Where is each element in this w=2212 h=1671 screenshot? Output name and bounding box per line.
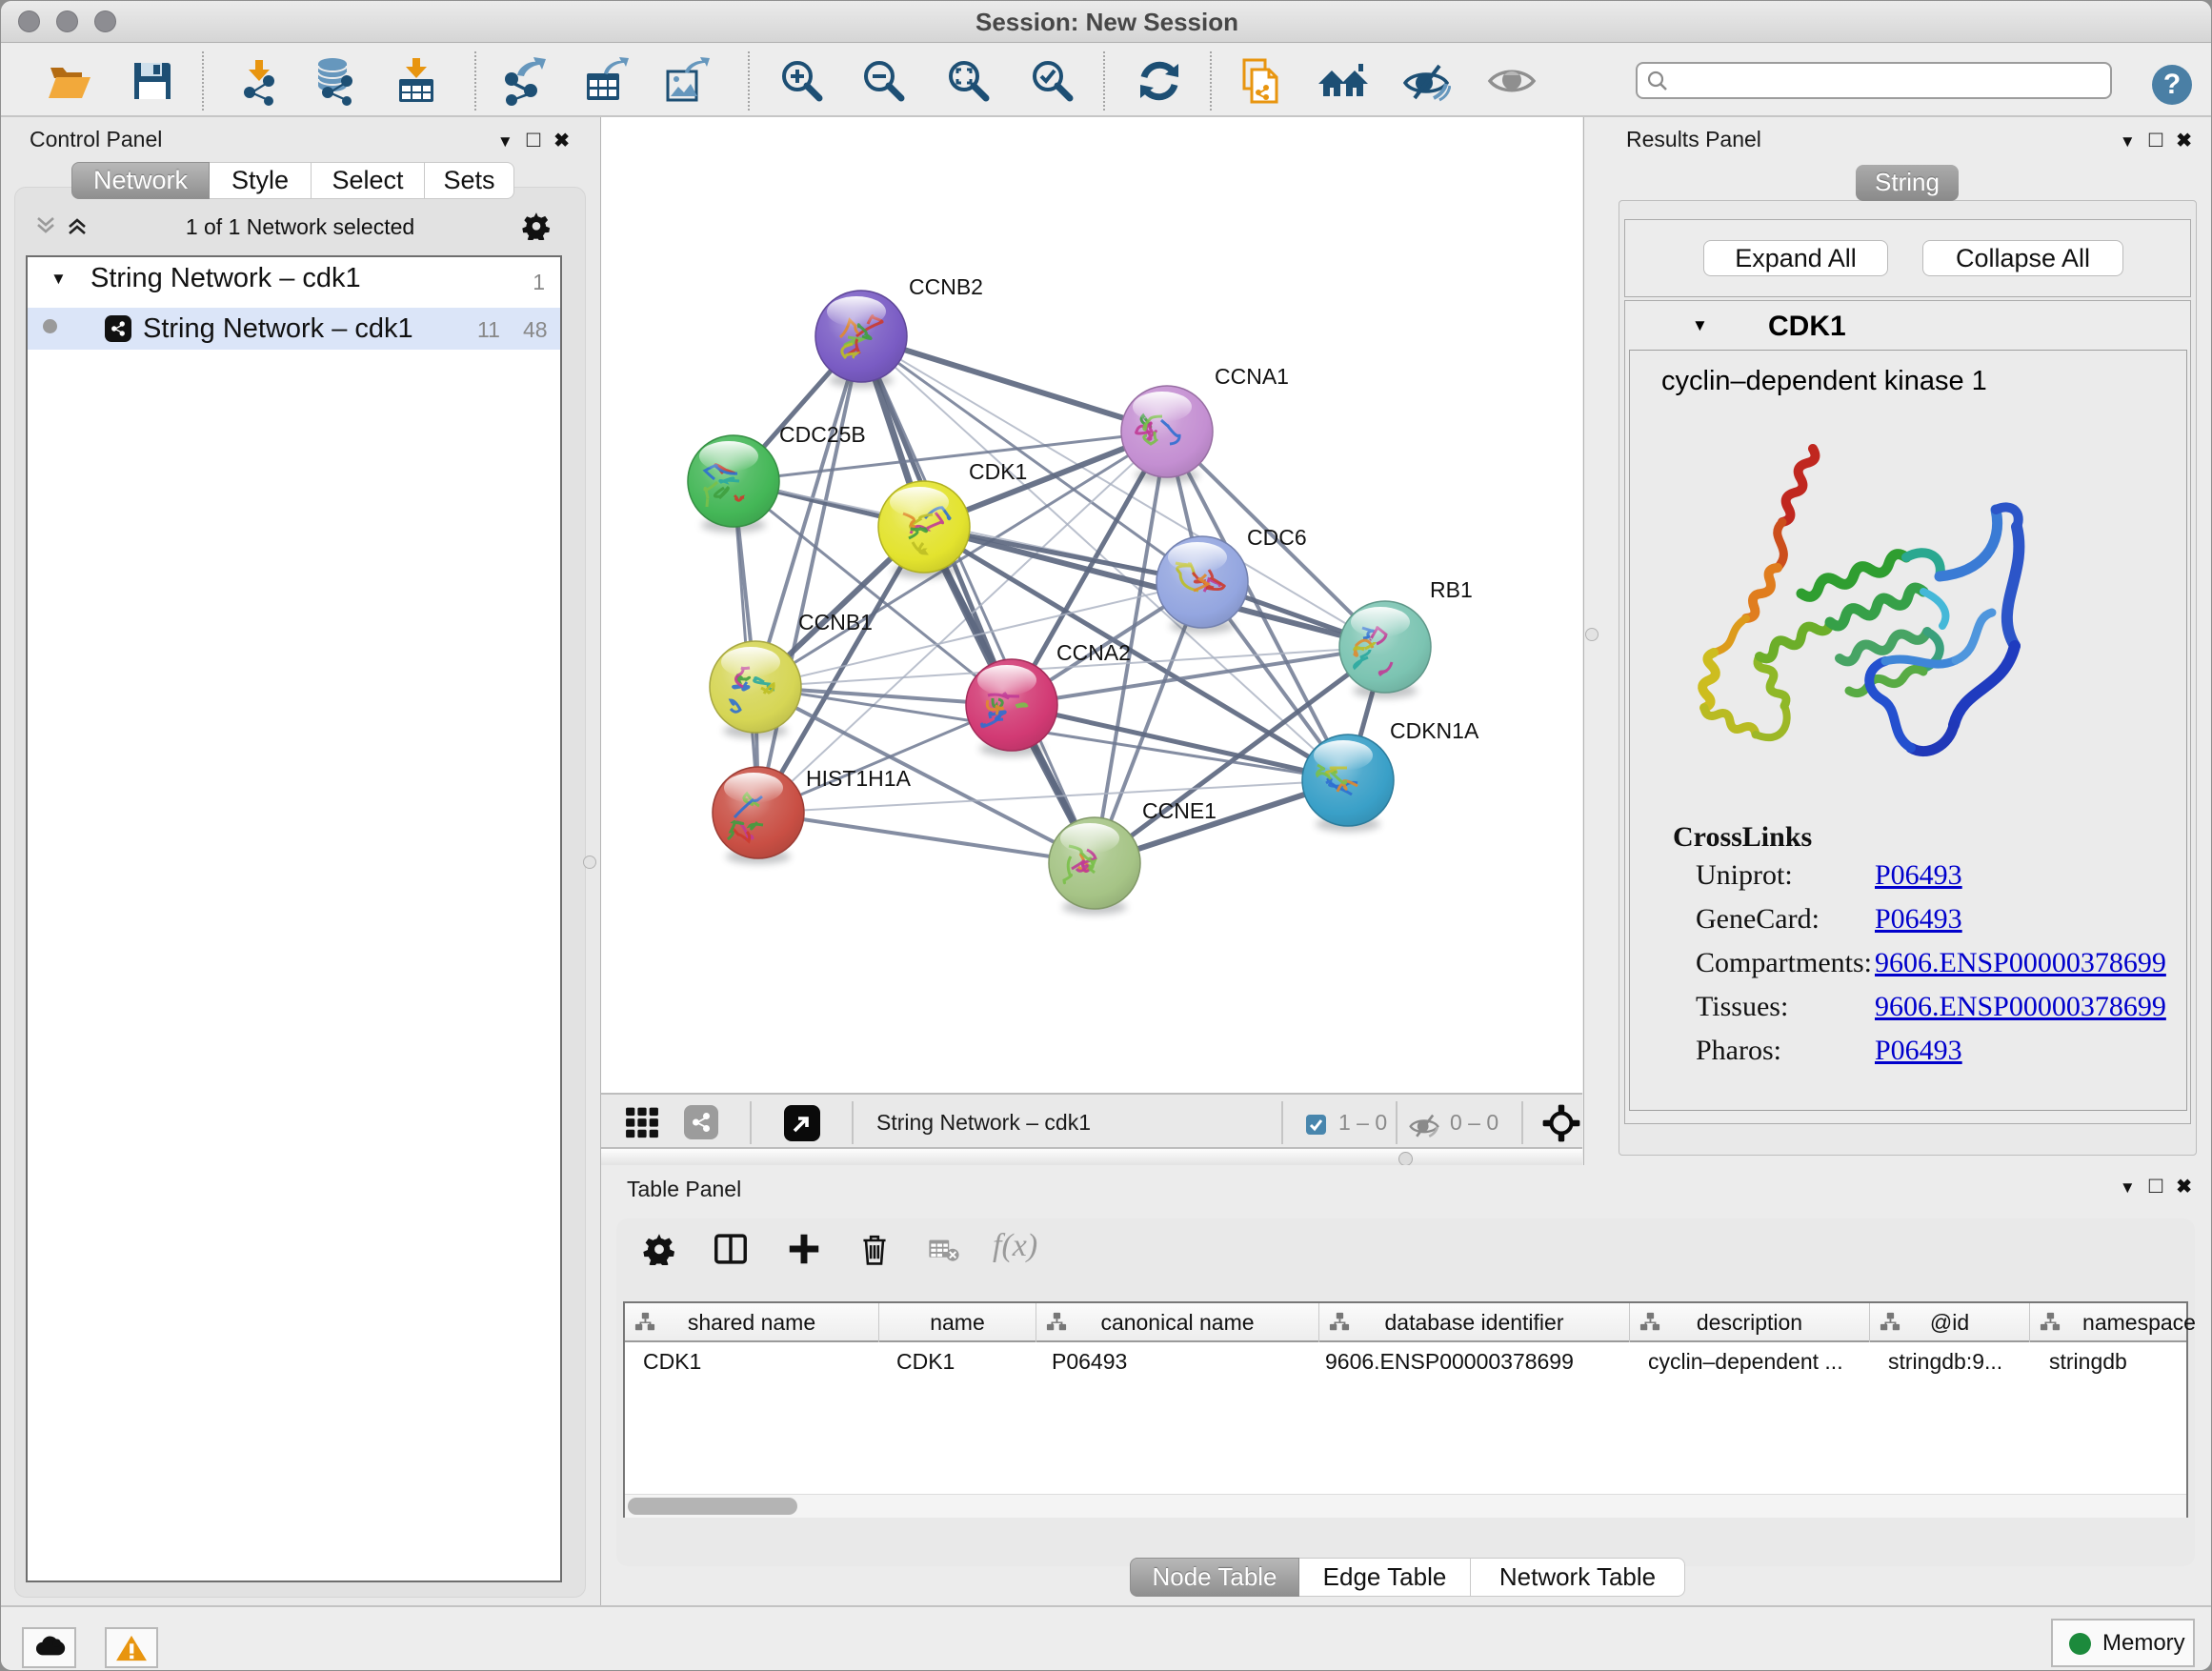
svg-text:CCNE1: CCNE1 — [1142, 798, 1217, 823]
svg-text:CCNB2: CCNB2 — [909, 274, 983, 299]
svg-text:CDC25B: CDC25B — [779, 422, 866, 447]
svg-text:HIST1H1A: HIST1H1A — [806, 766, 912, 791]
svg-text:CCNB1: CCNB1 — [798, 610, 873, 634]
svg-text:RB1: RB1 — [1430, 577, 1473, 602]
svg-text:CDK1: CDK1 — [969, 459, 1027, 484]
svg-text:CCNA1: CCNA1 — [1215, 364, 1289, 389]
svg-text:CDC6: CDC6 — [1247, 525, 1307, 550]
svg-text:CDKN1A: CDKN1A — [1390, 718, 1479, 743]
svg-text:CCNA2: CCNA2 — [1056, 640, 1131, 665]
